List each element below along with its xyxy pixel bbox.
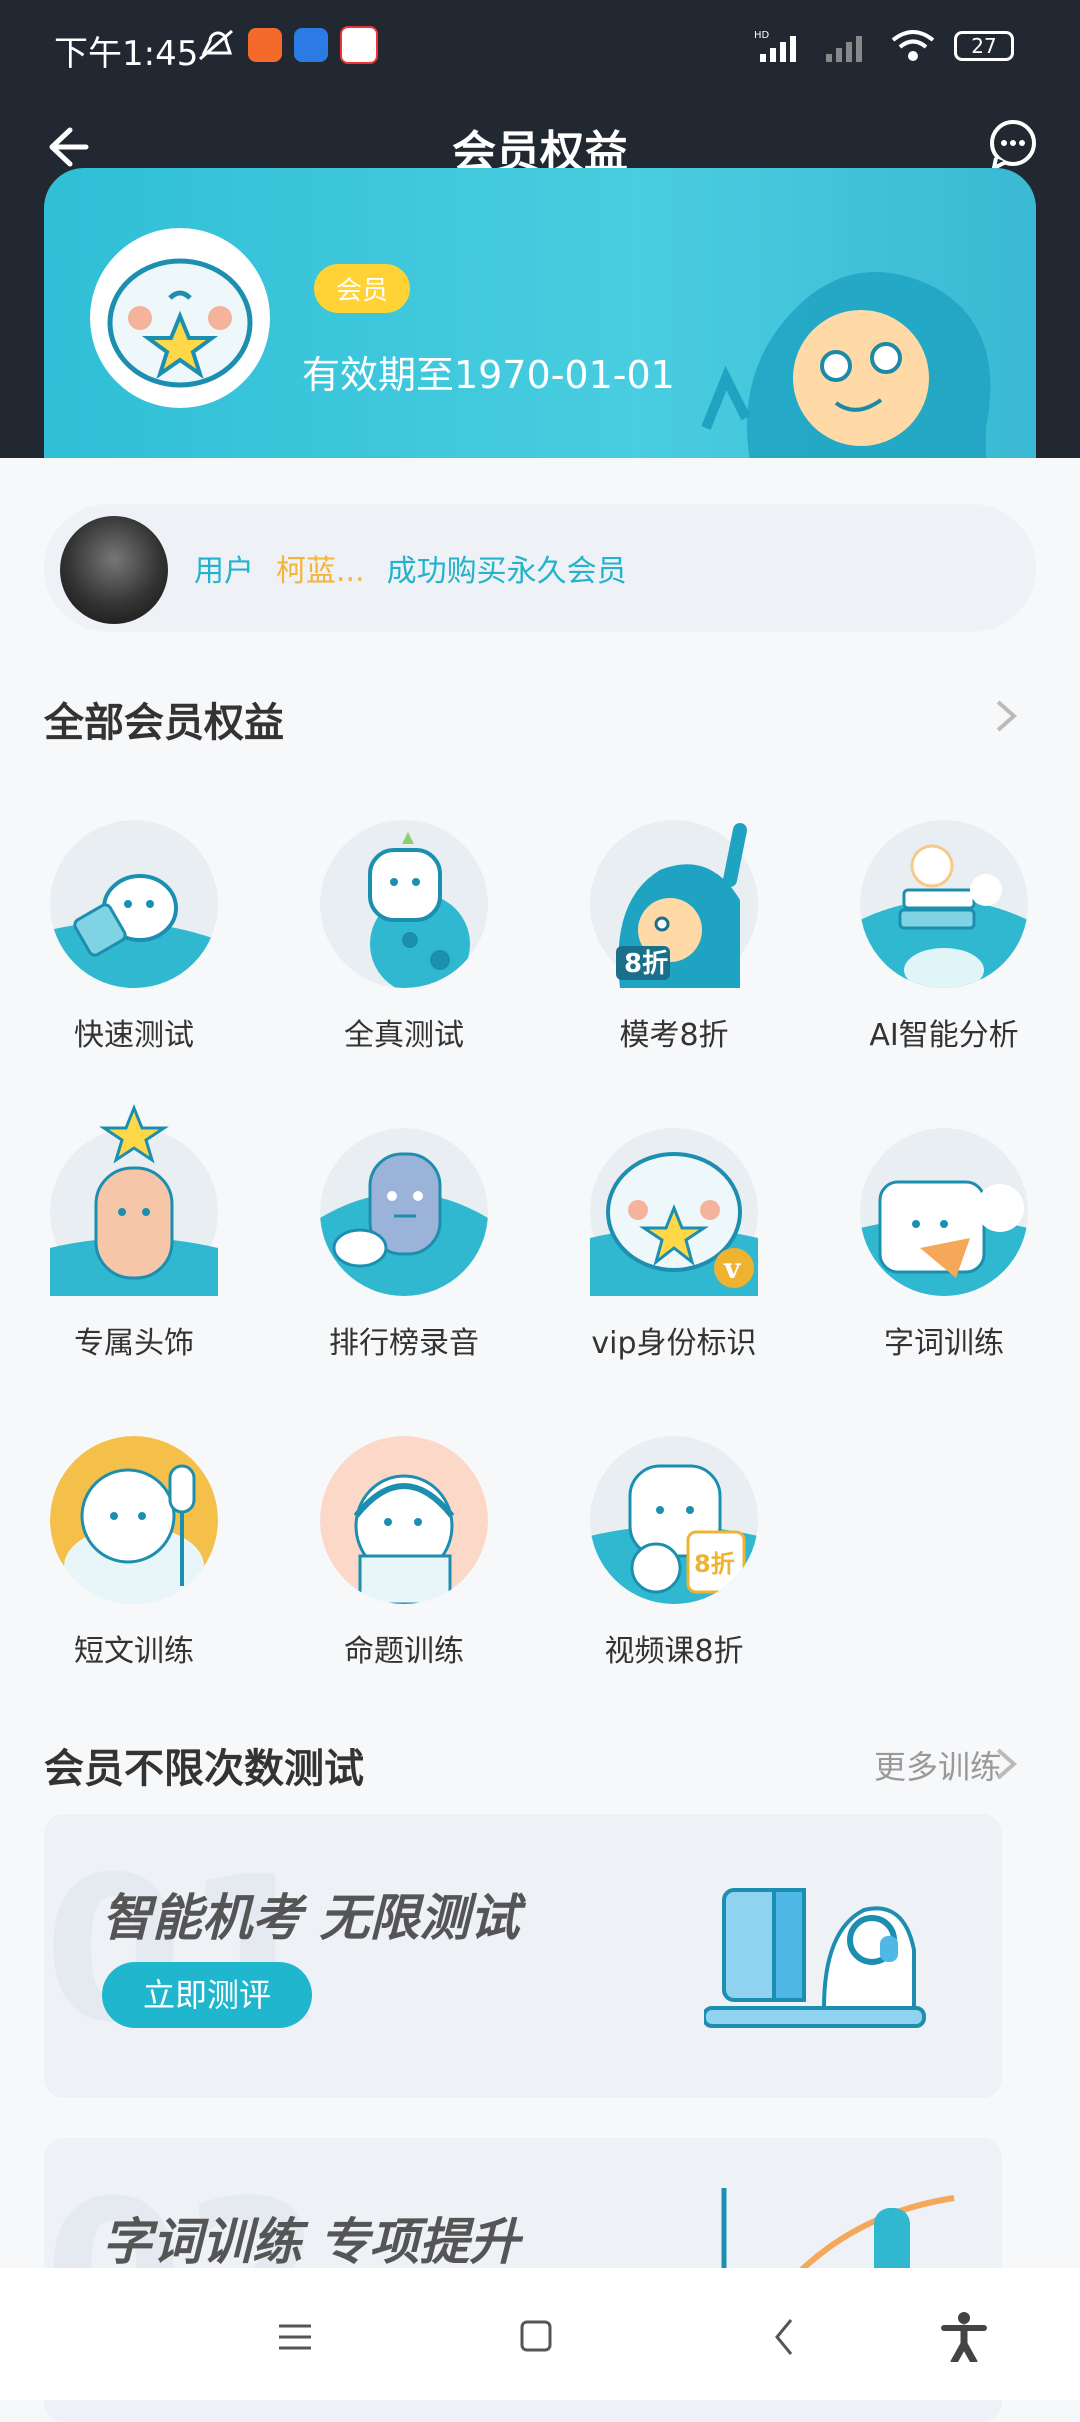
chevron-right-icon[interactable]: [994, 1746, 1018, 1782]
vip-card: 会员 有效期至1970-01-01: [44, 168, 1036, 458]
benefit-topic-training[interactable]: 命题训练: [304, 1436, 504, 1670]
passage-training-icon: [50, 1436, 218, 1606]
ai-analysis-icon: [860, 820, 1028, 992]
test-now-button[interactable]: 立即测评: [102, 1962, 312, 2028]
promo-headline: 智能机考 无限测试: [102, 1889, 520, 1947]
quick-test-icon: [50, 820, 218, 988]
full-test-icon: [320, 820, 488, 994]
app-notification-icon: [294, 28, 328, 62]
video-course-discount-icon: 8折: [590, 1436, 758, 1604]
vip-badge: 会员: [314, 264, 411, 313]
chevron-right-icon[interactable]: [994, 698, 1018, 734]
app-notification-icon: [248, 28, 282, 62]
svg-text:HD: HD: [754, 30, 770, 41]
svg-text:v: v: [723, 1252, 741, 1285]
vip-identity-icon: v: [590, 1128, 758, 1296]
mock-exam-discount-icon: 8折: [590, 820, 758, 988]
status-time: 下午1:45: [54, 34, 199, 74]
buyer-avatar: [60, 516, 168, 624]
mascot-illustration: [701, 272, 991, 458]
status-bar: 下午1:45 HD 27: [0, 0, 1080, 100]
signal-weak-icon: [826, 36, 862, 62]
buyer-name: 柯蓝...: [276, 554, 365, 589]
benefit-mock-exam-discount[interactable]: 8折 模考8折: [574, 820, 774, 1054]
system-nav-bar: [0, 2268, 1080, 2400]
vip-expire-date: 有效期至1970-01-01: [302, 353, 675, 397]
headwear-icon: [50, 1103, 218, 1296]
benefits-section-title: 全部会员权益: [44, 700, 284, 746]
benefit-passage-training[interactable]: 短文训练: [34, 1436, 234, 1670]
accessibility-icon[interactable]: [934, 2312, 994, 2362]
benefit-vip-identity[interactable]: v vip身份标识: [574, 1128, 774, 1362]
benefit-quick-test[interactable]: 快速测试: [34, 820, 234, 1054]
word-training-icon: [860, 1128, 1028, 1296]
avatar: [90, 228, 270, 408]
menu-icon[interactable]: [265, 2312, 325, 2362]
home-icon[interactable]: [506, 2312, 566, 2362]
topic-training-icon: [320, 1436, 488, 1606]
app-notification-icon: [340, 26, 378, 64]
purchase-notice: 用户 柯蓝... 成功购买永久会员: [44, 504, 1036, 632]
ranking-recording-icon: [320, 1128, 488, 1296]
benefit-video-course-discount[interactable]: 8折 视频课8折: [574, 1436, 774, 1670]
unlimited-section-title: 会员不限次数测试: [44, 1746, 364, 1792]
wifi-icon: [891, 30, 935, 61]
benefit-word-training[interactable]: 字词训练: [844, 1128, 1044, 1362]
benefit-ai-analysis[interactable]: AI智能分析: [844, 820, 1044, 1054]
computer-exam-illustration: [704, 1888, 926, 2028]
back-icon[interactable]: [755, 2312, 815, 2362]
promo-headline: 字词训练 专项提升: [102, 2213, 520, 2271]
buyer-prefix: 用户: [194, 554, 254, 589]
signal-icon: HD: [754, 30, 796, 62]
message-icon[interactable]: [986, 118, 1040, 172]
svg-text:8折: 8折: [624, 949, 668, 979]
more-training-link[interactable]: 更多训练: [874, 1742, 1002, 1788]
benefit-full-test[interactable]: 全真测试: [304, 820, 504, 1054]
battery-icon: 27: [954, 31, 1014, 61]
buyer-message: 成功购买永久会员: [386, 554, 627, 589]
mute-icon: [199, 29, 233, 61]
benefit-ranking-recording[interactable]: 排行榜录音: [304, 1128, 504, 1362]
mascot-avatar-icon: [107, 258, 253, 388]
promo-card-smart-exam[interactable]: 01 智能机考 无限测试 立即测评: [44, 1814, 1002, 2098]
svg-text:8折: 8折: [694, 1550, 735, 1578]
benefit-headwear[interactable]: 专属头饰: [34, 1103, 234, 1362]
